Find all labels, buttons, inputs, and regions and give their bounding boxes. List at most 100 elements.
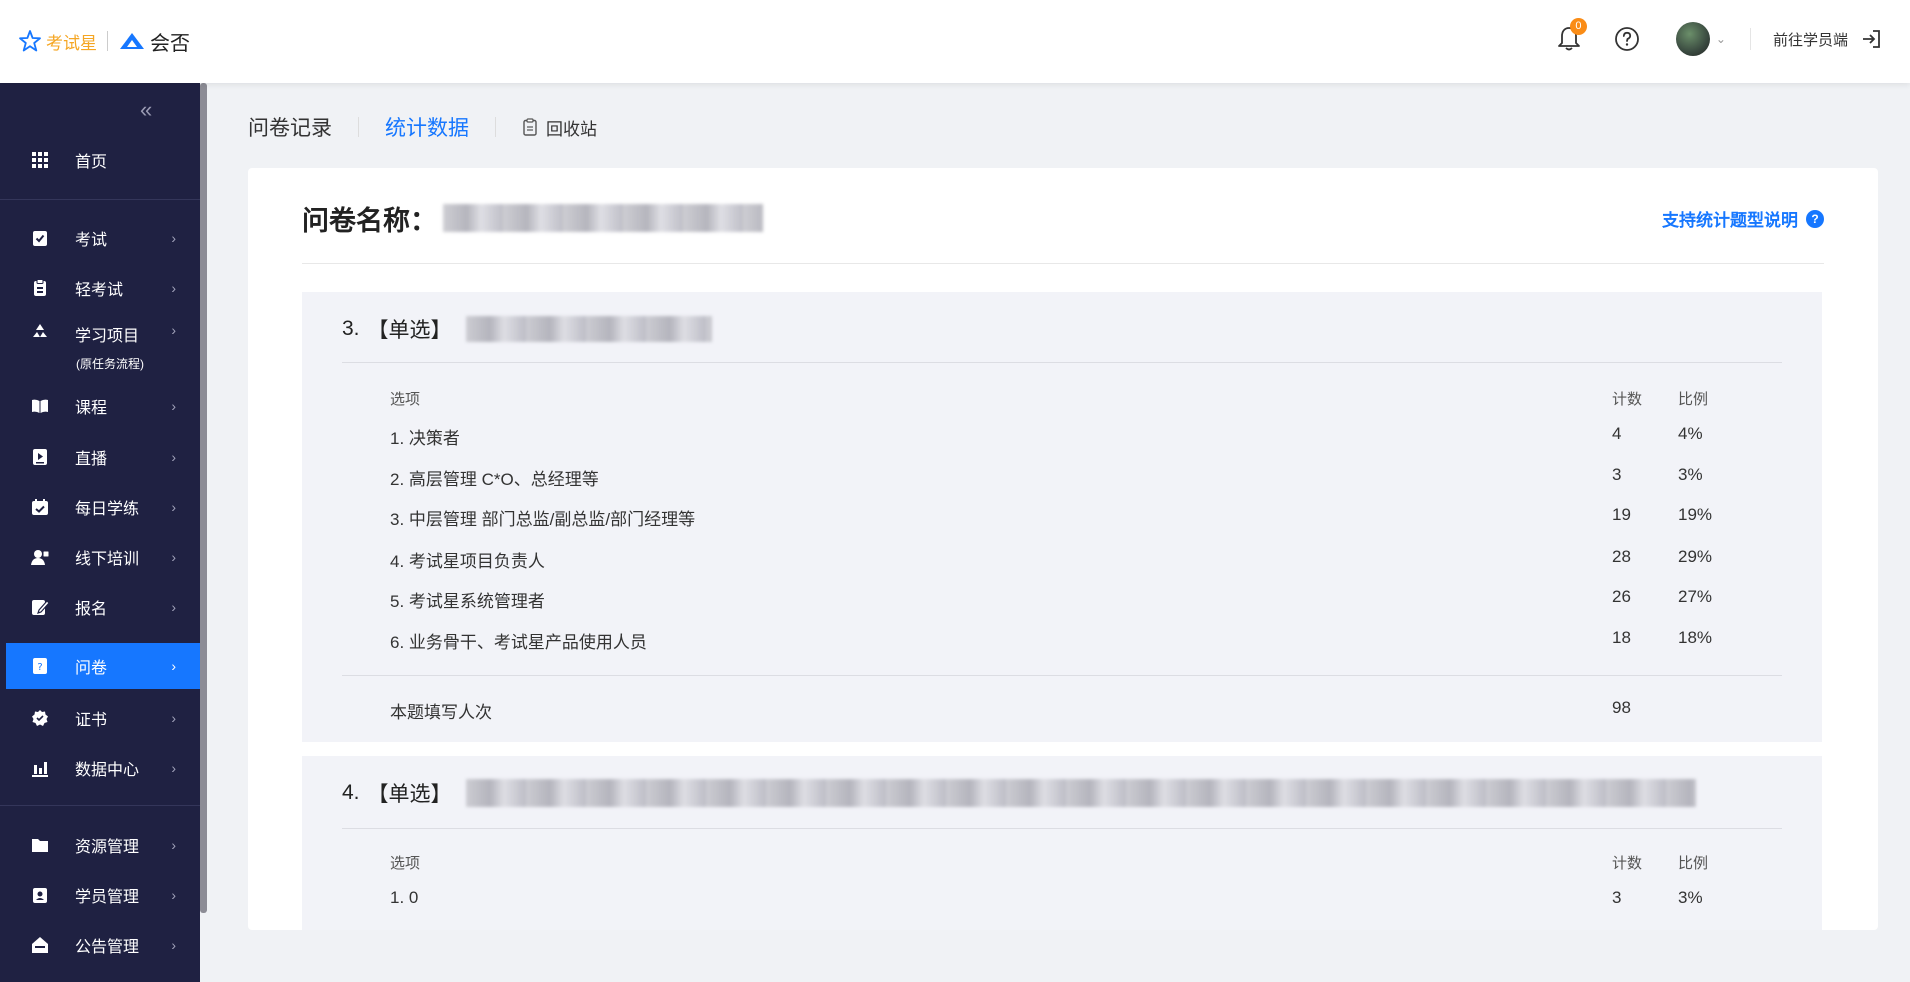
- total-value: 98: [1612, 698, 1631, 717]
- sidebar-divider: [0, 199, 200, 200]
- chevron-right-icon: ›: [171, 322, 176, 338]
- column-header-option: 选项: [390, 391, 421, 408]
- column-header-ratio: 比例: [1678, 855, 1709, 872]
- redacted-survey-name: [443, 204, 763, 232]
- option-row: 4. 考试星项目负责人 28 29%: [390, 547, 1750, 571]
- statistics-card: 问卷名称： 支持统计题型说明 ? 3. 【单选】 选项 计数 比例 1. 决策者…: [248, 168, 1878, 930]
- option-count: 3: [1612, 888, 1622, 907]
- sidebar-item-label: 证书: [75, 712, 108, 729]
- star-logo-icon: [19, 30, 41, 52]
- sidebar-item-label: 学习项目: [75, 328, 140, 345]
- logo-divider: [107, 31, 108, 51]
- sidebar-item-label: 轻考试: [75, 282, 124, 299]
- question-block: 3. 【单选】 选项 计数 比例 1. 决策者 4 4% 2. 高层管理 C*O…: [302, 292, 1822, 742]
- sidebar-divider: [0, 805, 200, 806]
- sidebar-item-offline-training[interactable]: 线下培训 ›: [6, 535, 200, 579]
- option-ratio: 19%: [1678, 505, 1713, 524]
- option-row: 1. 决策者 4 4%: [390, 424, 1750, 448]
- total-row: 本题填写人次 98: [390, 698, 1750, 722]
- option-count: 19: [1612, 505, 1631, 524]
- sidebar: « 首页 考试 › 轻考试 › 学习项目 › (原任务流程) 课程 › 直播 ›…: [0, 83, 200, 982]
- question-divider: [342, 362, 1782, 363]
- exit-icon[interactable]: [1860, 28, 1882, 50]
- sidebar-item-label: 每日学练: [75, 501, 140, 518]
- sidebar-item-label: 资源管理: [75, 839, 140, 856]
- tab-survey-records[interactable]: 问卷记录: [248, 112, 332, 142]
- option-ratio: 18%: [1678, 628, 1713, 647]
- chevron-right-icon: ›: [171, 499, 176, 515]
- sidebar-item-daily-practice[interactable]: 每日学练 ›: [6, 485, 200, 529]
- question-block: 4. 【单选】 选项 计数 比例 1. 0 3 3%: [302, 756, 1822, 930]
- logo-primary-text: 考试星: [46, 33, 97, 53]
- chevron-right-icon: ›: [171, 837, 176, 853]
- chevron-right-icon: ›: [171, 710, 176, 726]
- sidebar-item-label: 直播: [75, 451, 108, 468]
- sidebar-item-course[interactable]: 课程 ›: [6, 384, 200, 428]
- chevron-right-icon: ›: [171, 937, 176, 953]
- sidebar-scrollbar[interactable]: [200, 83, 207, 913]
- chevron-right-icon: ›: [171, 658, 176, 674]
- sidebar-item-announcement-management[interactable]: 公告管理 ›: [6, 923, 200, 967]
- option-label: 4. 考试星项目负责人: [390, 552, 545, 571]
- sidebar-item-label: 数据中心: [75, 762, 140, 779]
- question-type: 【单选】: [367, 319, 452, 342]
- chevron-right-icon: ›: [171, 280, 176, 296]
- question-number: 3.: [342, 317, 360, 340]
- option-ratio: 3%: [1678, 465, 1703, 484]
- sidebar-item-home[interactable]: 首页: [6, 138, 200, 182]
- notification-button[interactable]: 0: [1554, 18, 1587, 54]
- sidebar-item-signup[interactable]: 报名 ›: [6, 585, 200, 629]
- sidebar-item-label: 公告管理: [75, 939, 140, 956]
- option-label: 6. 业务骨干、考试星产品使用人员: [390, 633, 647, 652]
- sidebar-item-exam[interactable]: 考试 ›: [6, 216, 200, 260]
- sidebar-item-label: 问卷: [75, 660, 108, 677]
- tab-divider: [358, 117, 359, 137]
- sidebar-item-survey[interactable]: ? 问卷 ›: [6, 643, 200, 689]
- column-header-ratio: 比例: [1678, 391, 1709, 408]
- sidebar-item-label: 线下培训: [75, 551, 140, 568]
- redacted-question-text: [465, 316, 712, 342]
- clipboard-icon: [31, 279, 49, 297]
- option-label: 1. 0: [390, 888, 419, 907]
- option-count: 18: [1612, 628, 1631, 647]
- option-count: 26: [1612, 587, 1631, 606]
- supported-question-types-link[interactable]: 支持统计题型说明 ?: [1662, 206, 1824, 231]
- recycle-icon: [31, 322, 49, 340]
- calendar-icon: [31, 498, 49, 516]
- tab-recycle-bin[interactable]: 回收站: [522, 115, 597, 140]
- sidebar-item-label: 考试: [75, 232, 108, 249]
- option-count: 3: [1612, 465, 1622, 484]
- book-icon: [31, 397, 49, 415]
- id-card-icon: [31, 886, 49, 904]
- grid-icon: [31, 151, 49, 169]
- column-header-option: 选项: [390, 855, 421, 872]
- sidebar-item-student-management[interactable]: 学员管理 ›: [6, 873, 200, 917]
- sidebar-item-resource-management[interactable]: 资源管理 ›: [6, 823, 200, 867]
- sidebar-item-data-center[interactable]: 数据中心 ›: [6, 746, 200, 790]
- collapse-sidebar-icon[interactable]: «: [140, 97, 152, 123]
- question-divider: [342, 828, 1782, 829]
- chevron-right-icon: ›: [171, 449, 176, 465]
- avatar[interactable]: [1675, 22, 1710, 56]
- bar-chart-icon: [31, 759, 49, 777]
- tab-statistics[interactable]: 统计数据: [385, 112, 469, 142]
- option-ratio: 27%: [1678, 587, 1713, 606]
- title-divider: [302, 263, 1824, 264]
- survey-title-row: 问卷名称：: [302, 200, 763, 236]
- sidebar-item-sublabel: (原任务流程): [76, 357, 144, 371]
- column-header-count: 计数: [1612, 855, 1643, 872]
- top-header: 考试星 会否 0 ⌄ 前往学员端: [0, 0, 1910, 83]
- option-label: 5. 考试星系统管理者: [390, 592, 545, 611]
- option-ratio: 29%: [1678, 547, 1713, 566]
- chevron-down-icon[interactable]: ⌄: [1716, 32, 1726, 46]
- survey-icon: ?: [31, 657, 49, 675]
- sidebar-item-live[interactable]: 直播 ›: [6, 435, 200, 479]
- sidebar-item-light-exam[interactable]: 轻考试 ›: [6, 266, 200, 310]
- help-icon[interactable]: [1614, 26, 1640, 52]
- sidebar-item-certificate[interactable]: 证书 ›: [6, 696, 200, 740]
- goto-student-link[interactable]: 前往学员端: [1773, 29, 1848, 50]
- option-label: 1. 决策者: [390, 429, 460, 448]
- sidebar-item-label: 学员管理: [75, 889, 140, 906]
- column-header-count: 计数: [1612, 391, 1643, 408]
- app-logo[interactable]: 考试星 会否: [18, 26, 190, 56]
